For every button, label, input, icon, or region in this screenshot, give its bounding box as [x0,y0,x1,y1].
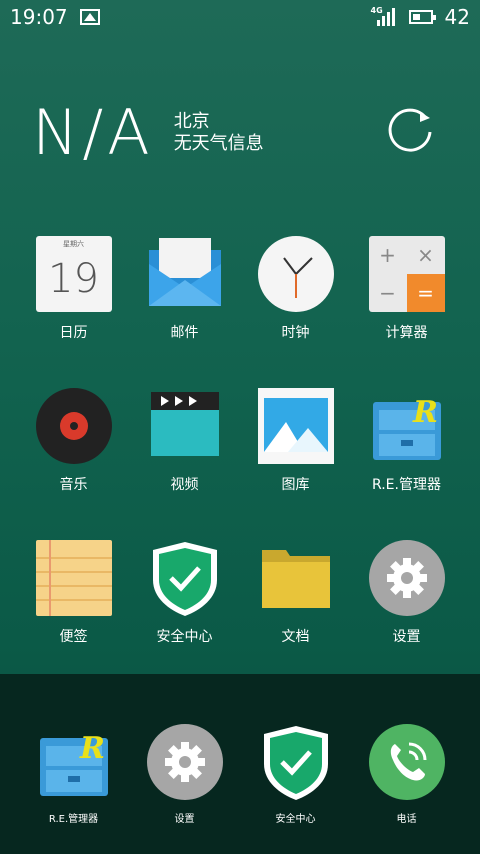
battery-level: 42 [444,5,470,29]
weather-widget[interactable]: N/A 北京 无天气信息 [32,96,264,169]
weather-desc: 无天气信息 [173,132,264,154]
app-label: 安全中心 [275,814,316,825]
dock-phone[interactable]: 电话 [351,724,462,825]
phone-icon [368,724,445,800]
app-label: 电话 [396,814,417,825]
app-label: 时钟 [281,325,310,341]
clock-icon [257,236,334,312]
svg-text:R: R [79,731,105,766]
app-music[interactable]: 音乐 [18,388,129,494]
signal-icon: 4G [370,6,397,26]
weather-city: 北京 [173,110,210,132]
app-security[interactable]: 安全中心 [129,540,240,646]
notes-icon [35,540,112,616]
app-label: 文档 [281,629,310,645]
status-bar: 19:07 4G 42 [0,0,480,34]
app-row-2: 音乐 视频 图库 R R.E.管理器 [0,388,480,494]
dock-security[interactable]: 安全中心 [240,724,351,825]
folder-icon [258,540,334,616]
app-gallery[interactable]: 图库 [240,388,351,494]
app-row-3: 便签 安全中心 文档 设置 [0,540,480,646]
app-mail[interactable]: 邮件 [129,236,240,342]
app-video[interactable]: 视频 [129,388,240,494]
calculator-icon: + × − = [368,236,445,312]
app-label: 便签 [59,629,88,645]
app-label: 图库 [281,477,310,493]
app-label: 视频 [170,477,199,493]
app-re-manager[interactable]: R R.E.管理器 [351,388,462,494]
gallery-icon [257,388,334,464]
calendar-icon: 星期六 19 [35,236,112,312]
app-notes[interactable]: 便签 [18,540,129,646]
image-notification-icon [79,9,100,25]
app-label: 日历 [59,325,88,341]
dock-re-manager[interactable]: R R.E.管理器 [18,724,129,825]
calendar-day: 19 [48,256,99,302]
app-settings[interactable]: 设置 [351,540,462,646]
dock: R R.E.管理器 设置 安全中心 电话 [0,674,480,854]
re-manager-icon: R [369,388,445,464]
app-label: 安全中心 [156,629,213,645]
status-time: 19:07 [10,5,68,29]
svg-text:R: R [412,395,438,430]
video-icon [147,388,223,464]
mail-icon [147,236,223,312]
app-label: 设置 [174,814,195,825]
app-clock[interactable]: 时钟 [240,236,351,342]
weather-temp: N/A [32,96,154,169]
music-icon [35,388,112,464]
app-documents[interactable]: 文档 [240,540,351,646]
battery-icon [408,10,436,24]
app-label: R.E.管理器 [48,814,99,825]
app-calculator[interactable]: + × − = 计算器 [351,236,462,342]
security-icon [147,540,223,616]
app-label: 计算器 [385,325,428,341]
app-label: 邮件 [170,325,199,341]
app-label: 音乐 [59,477,88,493]
calendar-weekday: 星期六 [63,240,84,248]
settings-icon [146,724,223,800]
app-row-1: 星期六 19 日历 邮件 时钟 + × − = 计算器 [0,236,480,342]
refresh-icon[interactable] [386,104,436,154]
app-label: R.E.管理器 [372,477,441,493]
settings-icon [368,540,445,616]
re-manager-icon: R [36,724,112,800]
app-label: 设置 [392,629,421,645]
dock-settings[interactable]: 设置 [129,724,240,825]
app-calendar[interactable]: 星期六 19 日历 [18,236,129,342]
security-icon [258,724,334,800]
network-type: 4G [370,6,383,15]
